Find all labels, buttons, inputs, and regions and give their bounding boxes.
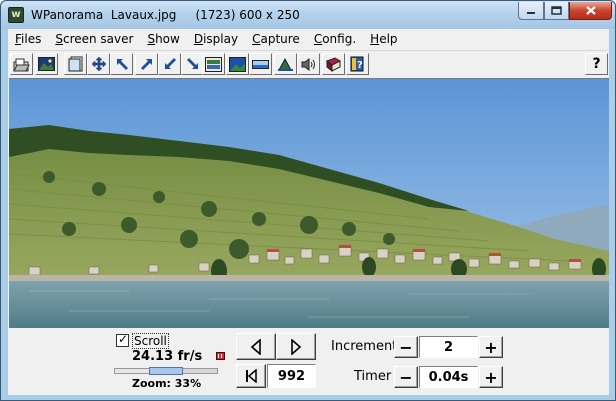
zoom-slider[interactable] [114, 367, 218, 375]
scroll-ne-button[interactable] [135, 53, 158, 75]
client-area: Files Screen saver Show Display Capture Confi… [8, 29, 609, 395]
help-button[interactable]: ? [585, 53, 608, 75]
fps-readout: 24.13 fr/s [132, 349, 203, 364]
help-book-button[interactable]: ? [346, 53, 369, 75]
menu-accelerator: D [193, 32, 204, 46]
maximize-button[interactable] [544, 2, 569, 20]
menu-label-rest: isplay [203, 32, 239, 46]
position-value: 992 [267, 364, 316, 388]
menu-label-rest: onfig. [322, 32, 357, 46]
toolbar: ? ? [8, 50, 609, 76]
minus-icon: − [399, 337, 413, 357]
picture-icon [38, 57, 55, 71]
scroll-label[interactable]: Scroll [132, 333, 169, 349]
timer-label: Timer [354, 369, 392, 384]
flat-view-button[interactable] [249, 53, 272, 75]
scroll-nw-button[interactable] [110, 53, 133, 75]
minimize-button[interactable] [518, 2, 544, 20]
zoom-slider-thumb[interactable] [149, 367, 183, 375]
close-icon [585, 6, 596, 15]
svg-text:?: ? [357, 60, 363, 71]
menu-screen-saver[interactable]: Screen saver [48, 29, 140, 49]
open-icon [13, 58, 30, 71]
menu-label-rest: creen saver [62, 32, 134, 46]
menu-label-rest: apture [260, 32, 300, 46]
minimize-icon [527, 11, 535, 14]
menu-accelerator: S [55, 32, 63, 46]
menu-label-rest: elp [379, 32, 398, 46]
title-bar[interactable]: w WPanorama Lavaux.jpg (1723) 600 x 250 [1, 1, 615, 29]
arrow-nw-icon [116, 59, 128, 70]
menu-help[interactable]: Help [363, 29, 404, 49]
plus-icon: + [484, 337, 498, 357]
menu-label-rest: iles [21, 32, 42, 46]
menu-label-rest: how [155, 32, 180, 46]
go-to-start-button[interactable] [236, 364, 266, 388]
display-box-button[interactable] [202, 53, 225, 75]
scroll-sw-button[interactable] [158, 53, 181, 75]
triangle-left-icon [250, 338, 261, 355]
menu-display[interactable]: Display [187, 29, 245, 49]
sound-icon [301, 57, 315, 71]
timer-value[interactable]: 0.04s [419, 366, 478, 388]
triangle-right-icon [291, 338, 302, 355]
increment-value[interactable]: 2 [419, 336, 478, 358]
close-button[interactable] [569, 2, 612, 20]
menu-capture[interactable]: Capture [245, 29, 307, 49]
display-box-icon [205, 56, 222, 72]
help-book-icon: ? [350, 56, 364, 72]
timer-plus-button[interactable]: + [479, 366, 503, 388]
menu-accelerator: C [313, 32, 323, 46]
maximize-icon [551, 6, 562, 15]
skip-start-icon [246, 369, 257, 383]
flat-icon [252, 59, 269, 69]
scroll-se-button[interactable] [181, 53, 204, 75]
arrow-sw-icon [164, 58, 176, 69]
menu-show[interactable]: Show [140, 29, 186, 49]
mountain-button[interactable] [274, 53, 297, 75]
scroll-left-button[interactable] [236, 333, 276, 360]
film-icon [216, 352, 225, 360]
app-icon[interactable]: w [8, 7, 24, 23]
control-panel: ✓ Scroll 24.13 fr/s Zoom: 33% 992 Increm… [8, 329, 609, 395]
picture-button[interactable] [35, 53, 58, 75]
zoom-label: Zoom: 33% [132, 377, 202, 390]
check-mark-icon: ✓ [118, 332, 129, 346]
page-icon [68, 56, 82, 72]
sound-button[interactable] [297, 53, 320, 75]
timer-minus-button[interactable]: − [394, 366, 418, 388]
increment-minus-button[interactable]: − [394, 336, 418, 358]
move-icon [91, 56, 106, 72]
lavaux-photo [9, 79, 609, 328]
arrow-ne-icon [140, 59, 152, 70]
zoom-slider-fill [115, 369, 149, 373]
landscape-icon [229, 56, 246, 72]
increment-label: Increment [331, 339, 398, 354]
menu-accelerator: S [147, 32, 156, 46]
book-icon [326, 56, 342, 72]
panorama-image[interactable] [9, 78, 609, 328]
mountain-icon [278, 57, 293, 71]
scroll-right-button[interactable] [276, 333, 316, 360]
help-label: ? [592, 56, 601, 72]
menu-accelerator: H [370, 32, 380, 46]
arrow-se-icon [186, 58, 198, 69]
page-button[interactable] [64, 53, 87, 75]
minus-icon: − [399, 367, 413, 387]
menu-config[interactable]: Config. [307, 29, 363, 49]
book-button[interactable] [322, 53, 345, 75]
menu-files[interactable]: Files [8, 29, 48, 49]
open-file-button[interactable] [10, 53, 33, 75]
move-button[interactable] [87, 53, 110, 75]
landscape-button[interactable] [226, 53, 249, 75]
plus-icon: + [484, 367, 498, 387]
window-title: WPanorama Lavaux.jpg (1723) 600 x 250 [31, 8, 300, 22]
increment-plus-button[interactable]: + [479, 336, 503, 358]
scroll-checkbox[interactable]: ✓ [116, 332, 129, 347]
menu-bar: Files Screen saver Show Display Capture Confi… [8, 29, 609, 49]
app-window: w WPanorama Lavaux.jpg (1723) 600 x 250 … [0, 0, 616, 401]
